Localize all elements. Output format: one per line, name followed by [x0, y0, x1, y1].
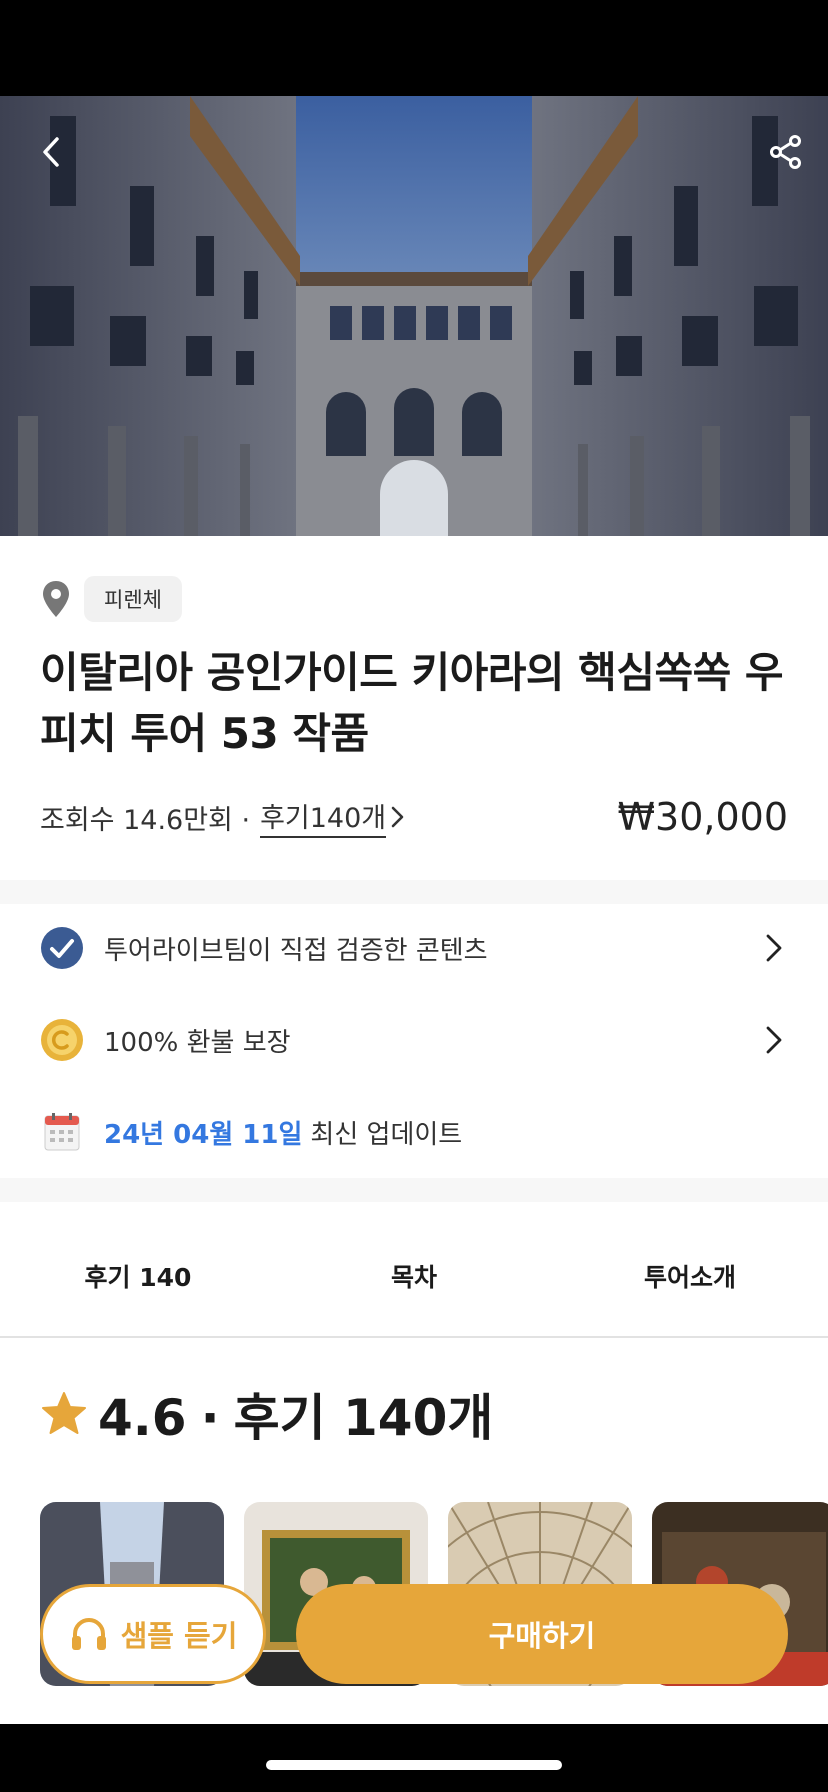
headphones-icon	[71, 1618, 106, 1650]
tab-tour-intro[interactable]: 투어소개	[552, 1216, 828, 1336]
status-bar	[0, 0, 828, 96]
calendar-icon	[44, 1113, 80, 1151]
sample-listen-button[interactable]: 샘플 듣기	[40, 1584, 266, 1684]
reviews-link-label: 후기140개	[260, 796, 387, 838]
sample-listen-label: 샘플 듣기	[120, 1619, 238, 1653]
share-icon	[770, 135, 801, 169]
rating-summary: 4.6 · 후기 140개	[40, 1378, 493, 1450]
tour-title: 이탈리아 공인가이드 키아라의 핵심쏙쏙 우피치 투어 53 작품	[40, 648, 784, 758]
chevron-right-icon	[766, 1026, 782, 1054]
chevron-left-icon	[43, 137, 59, 167]
star-icon	[42, 1392, 86, 1434]
location-chip[interactable]: 피렌체	[84, 576, 182, 622]
home-bar	[0, 1724, 828, 1792]
update-date-text: 24년 04월 11일 최신 업데이트	[104, 1114, 788, 1151]
tour-detail-content: 피렌체 이탈리아 공인가이드 키아라의 핵심쏙쏙 우피치 투어 53 작품 조회…	[0, 536, 828, 1724]
reviews-link[interactable]: 후기140개	[260, 796, 408, 838]
meta-row: 조회수 14.6만회 · 후기140개 ₩30,000	[40, 792, 788, 842]
coin-icon	[41, 1019, 83, 1061]
chevron-right-icon	[391, 806, 404, 828]
rating-count: 후기 140개	[233, 1389, 494, 1447]
price: ₩30,000	[617, 795, 788, 839]
rating-score: 4.6	[98, 1389, 187, 1447]
tab-contents[interactable]: 목차	[276, 1216, 552, 1336]
back-button[interactable]	[24, 124, 80, 180]
section-divider	[0, 1178, 828, 1202]
check-badge-icon	[41, 927, 83, 969]
section-tabs: 후기 140 목차 투어소개	[0, 1216, 828, 1338]
map-pin-icon	[43, 581, 69, 617]
view-count: 조회수 14.6만회 ·	[40, 804, 251, 836]
share-button[interactable]	[758, 124, 814, 180]
hero-image	[0, 96, 828, 536]
update-date: 24년 04월 11일	[104, 1119, 303, 1150]
section-divider	[0, 880, 828, 904]
refund-guarantee-label: 100% 환불 보장	[104, 1027, 291, 1058]
purchase-button[interactable]: 구매하기	[296, 1584, 788, 1684]
update-date-row: 24년 04월 11일 최신 업데이트	[40, 1102, 788, 1162]
refund-guarantee-row[interactable]: 100% 환불 보장	[40, 1010, 788, 1070]
verified-content-label: 투어라이브팀이 직접 검증한 콘텐츠	[104, 935, 488, 966]
chevron-right-icon	[766, 934, 782, 962]
tab-reviews[interactable]: 후기 140	[0, 1216, 276, 1336]
rating-separator: ·	[200, 1389, 220, 1447]
home-indicator[interactable]	[266, 1760, 562, 1770]
update-suffix: 최신 업데이트	[310, 1119, 463, 1150]
location-row: 피렌체	[40, 576, 182, 622]
verified-content-row[interactable]: 투어라이브팀이 직접 검증한 콘텐츠	[40, 918, 788, 978]
